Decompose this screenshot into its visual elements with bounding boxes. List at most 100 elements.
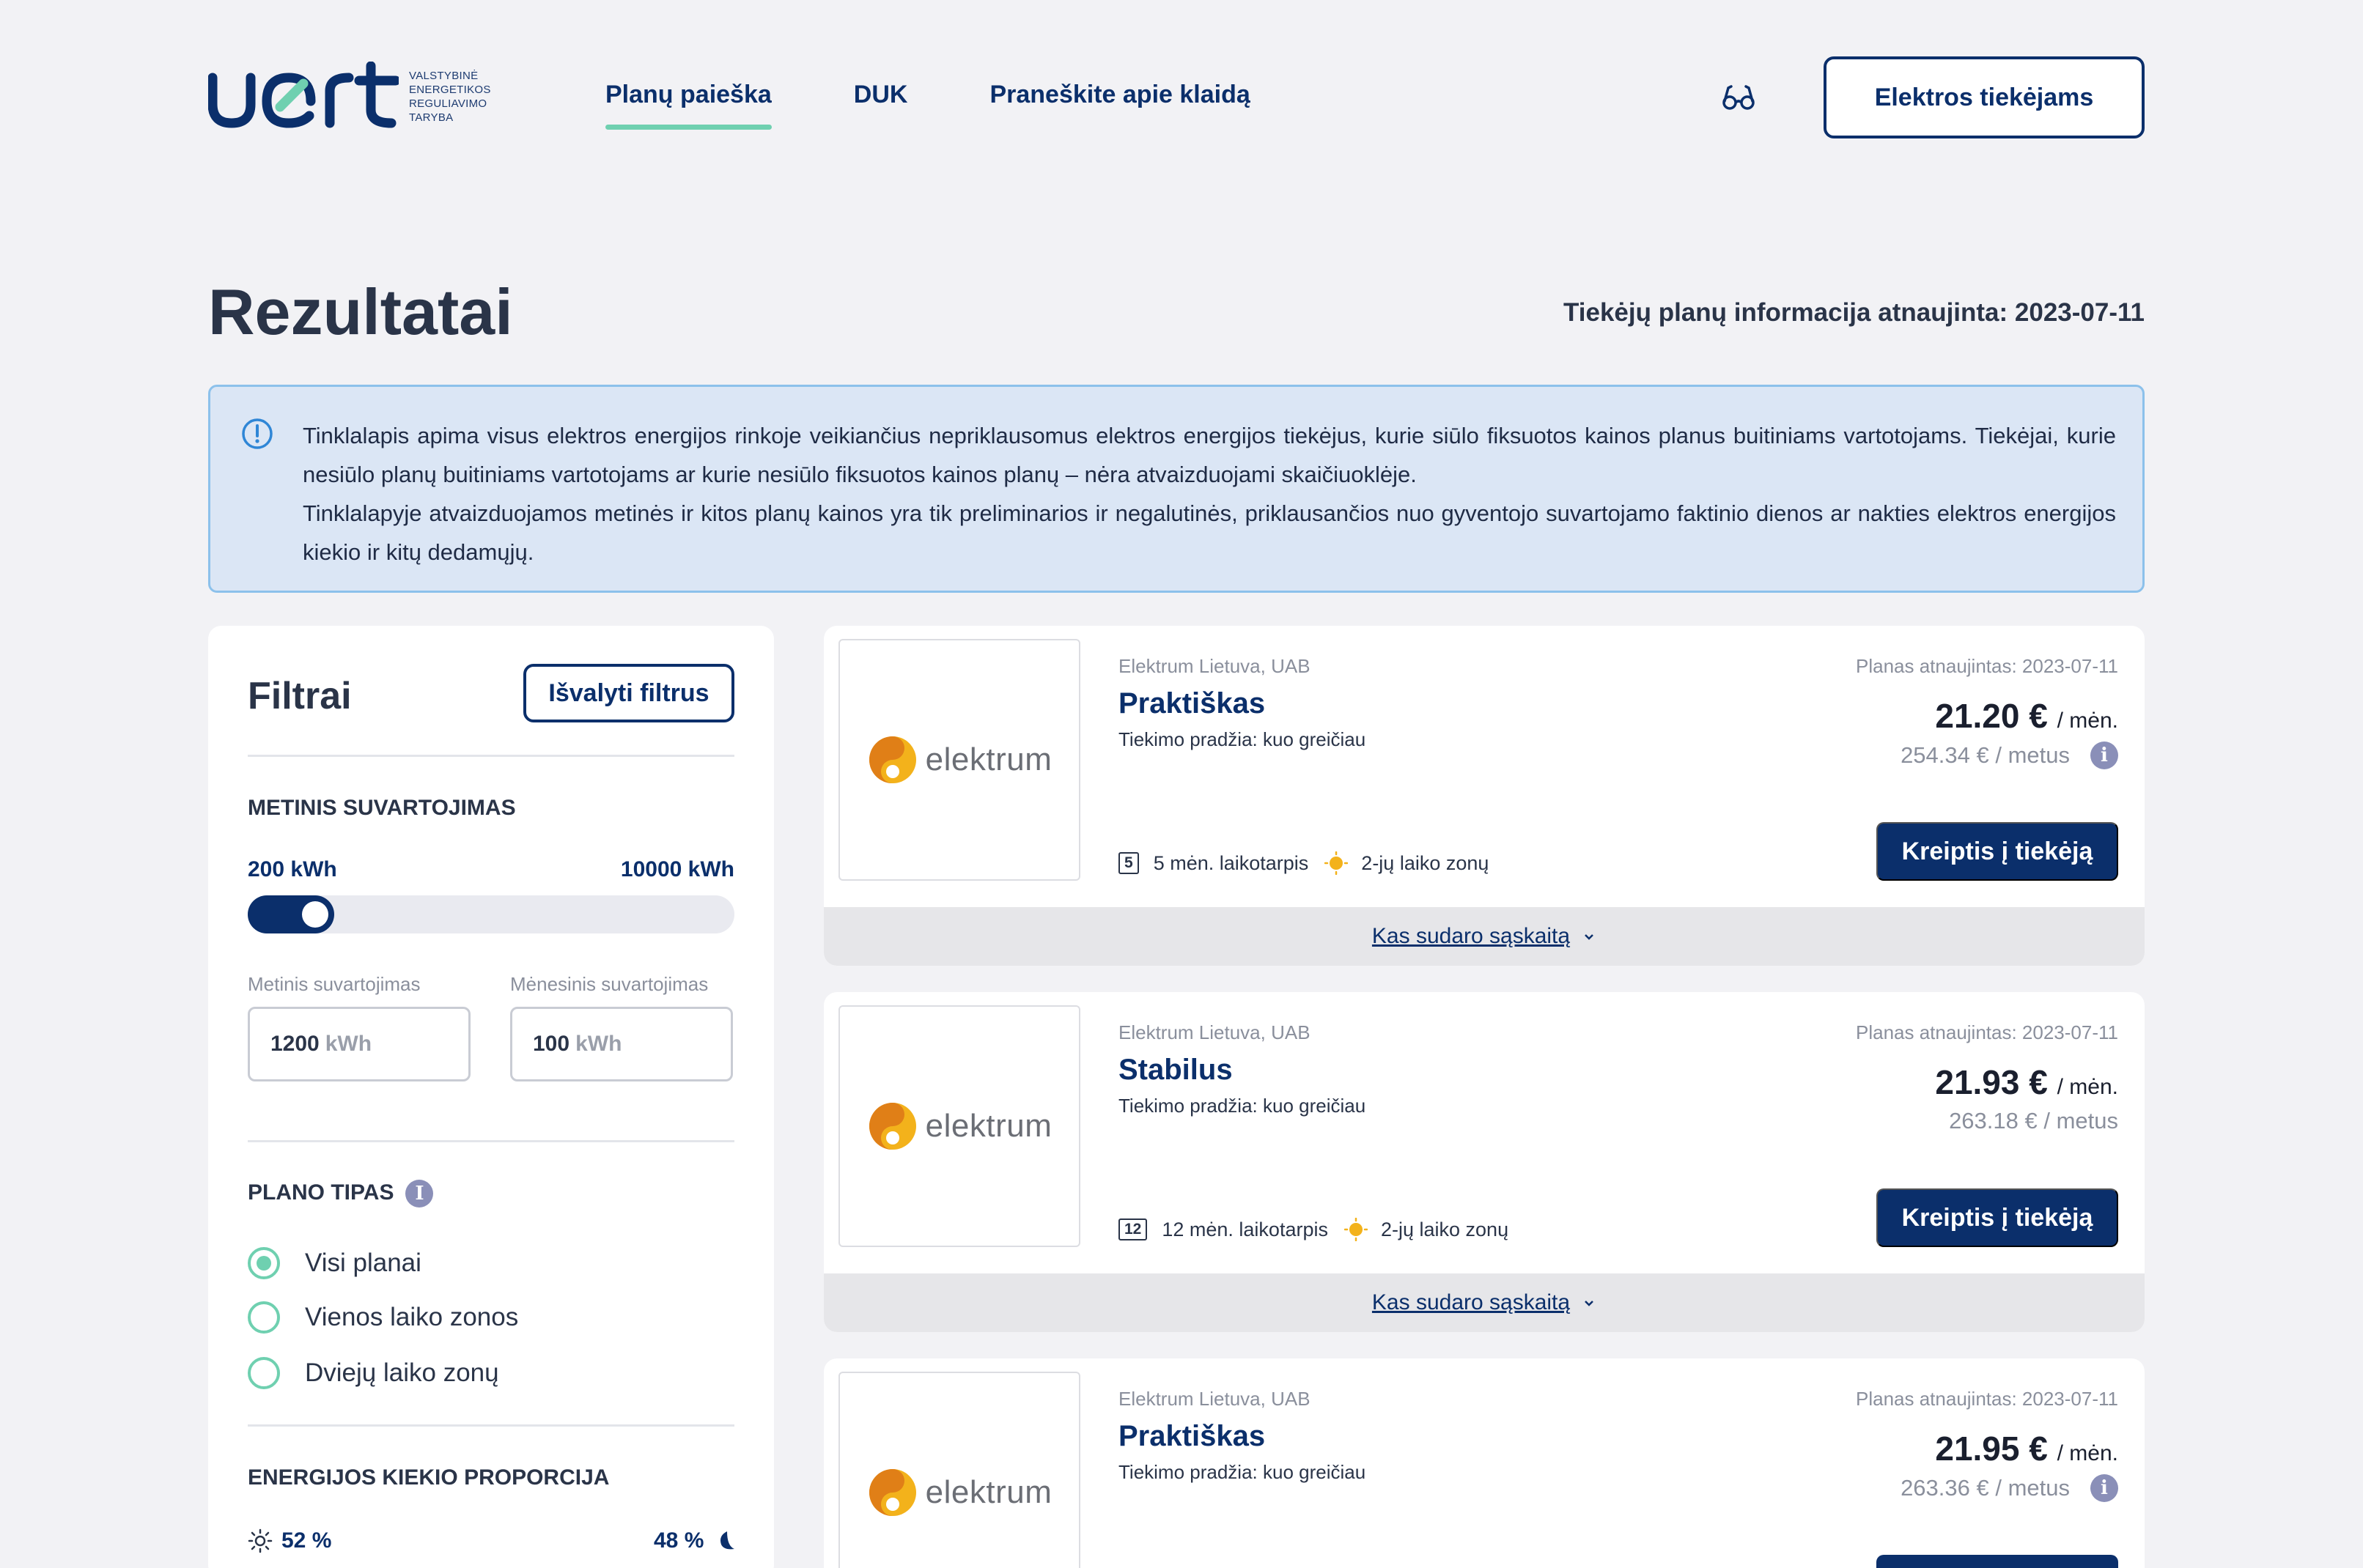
filters-header: Filtrai Išvalyti filtrus [248, 664, 734, 722]
divider [248, 1424, 734, 1427]
site-header: Valstybinė energetikos reguliavimo taryb… [0, 0, 2363, 169]
brand-name: elektrum [925, 1474, 1053, 1510]
range-max-label: 10000 kWh [620, 857, 734, 881]
annual-consumption-label: Metinis suvartojimas [248, 796, 516, 820]
radio-label: Visi planai [305, 1249, 421, 1277]
suppliers-button[interactable]: Elektros tiekėjams [1824, 56, 2145, 138]
plan-name: Praktiškas [1118, 1420, 1266, 1452]
annual-consumption-input[interactable]: 1200 kWh [248, 1007, 471, 1081]
sun-icon [248, 1528, 273, 1553]
supply-start: Tiekimo pradžia: kuo greičiau [1118, 1095, 1366, 1117]
radio-label: Vienos laiko zonos [305, 1303, 519, 1331]
price-value: 21.20 € [1935, 697, 2048, 735]
price-unit: / mėn. [2057, 1441, 2118, 1465]
supplier-name: Elektrum Lietuva, UAB [1118, 655, 1310, 677]
bill-breakdown-toggle[interactable]: Kas sudaro sąskaitą [824, 1273, 2145, 1332]
brand-name: elektrum [925, 1108, 1053, 1144]
glasses-icon[interactable] [1721, 81, 1756, 116]
yearly-price: 263.36 € / metus i [1901, 1474, 2118, 1502]
bill-breakdown-link[interactable]: Kas sudaro sąskaitą [1372, 1290, 1570, 1315]
nav-faq[interactable]: DUK [854, 81, 908, 130]
radio-single-zone[interactable]: Vienos laiko zonos [248, 1301, 518, 1334]
yearly-value: 263.36 € / metus [1901, 1475, 2070, 1501]
annual-unit: kWh [325, 1032, 372, 1056]
alert-circle-icon [242, 418, 273, 449]
contact-supplier-button[interactable] [1876, 1555, 2118, 1568]
period-label: 5 mėn. laikotarpis [1153, 851, 1309, 874]
radio-label: Dviejų laiko zonų [305, 1358, 499, 1387]
radio-button[interactable] [248, 1357, 280, 1389]
price-value: 21.95 € [1935, 1430, 2048, 1468]
info-icon[interactable]: i [2090, 1474, 2118, 1502]
elektrum-logo-icon [869, 736, 916, 783]
monthly-price: 21.93 € / mėn. [1935, 1062, 2118, 1102]
plan-tags: 12 12 mėn. laikotarpis 2-jų laiko zonų [1118, 1218, 1508, 1241]
info-icon[interactable]: i [2090, 742, 2118, 769]
yearly-value: 263.18 € / metus [1949, 1108, 2118, 1134]
range-min-label: 200 kWh [248, 857, 337, 881]
elektrum-logo-icon [869, 1469, 916, 1516]
chevron-down-icon [1585, 934, 1593, 940]
chevron-down-icon [1585, 1301, 1593, 1306]
plan-card: elektrum Elektrum Lietuva, UAB Praktiška… [824, 1358, 2145, 1568]
contact-supplier-button[interactable]: Kreiptis į tiekėją [1876, 822, 2118, 881]
consumption-slider[interactable] [248, 895, 734, 933]
main-nav: Planų paieška DUK Praneškite apie klaidą [605, 81, 1332, 130]
contact-supplier-button[interactable]: Kreiptis į tiekėją [1876, 1188, 2118, 1247]
supply-start: Tiekimo pradžia: kuo greičiau [1118, 1461, 1366, 1483]
zones-label: 2-jų laiko zonų [1361, 851, 1489, 874]
annual-field-label: Metinis suvartojimas [248, 973, 421, 995]
yearly-value: 254.34 € / metus [1901, 742, 2070, 768]
day-percent: 52 % [281, 1528, 332, 1553]
annual-value: 1200 [270, 1032, 320, 1056]
supplier-logo: elektrum [838, 1005, 1080, 1247]
info-paragraph-1: Tinklalapis apima visus elektros energij… [303, 423, 2116, 487]
radio-button[interactable] [248, 1301, 280, 1334]
radio-all-plans[interactable]: Visi planai [248, 1247, 421, 1279]
nav-plan-search[interactable]: Planų paieška [605, 81, 772, 130]
night-percent: 48 % [654, 1528, 704, 1553]
calendar-icon: 5 [1118, 852, 1139, 874]
elektrum-logo-icon [869, 1103, 916, 1150]
plan-updated: Planas atnaujintas: 2023-07-11 [1856, 1021, 2118, 1043]
data-updated-date: Tiekėjų planų informacija atnaujinta: 20… [1563, 298, 2145, 327]
yearly-price: 263.18 € / metus [1949, 1108, 2118, 1134]
monthly-field-label: Mėnesinis suvartojimas [510, 973, 709, 995]
supplier-logo: elektrum [838, 639, 1080, 881]
sun-moon-icon [1343, 1218, 1368, 1241]
info-paragraph-2: Tinklalapyje atvaizduojamos metinės ir k… [303, 500, 2116, 565]
zones-label: 2-jų laiko zonų [1380, 1218, 1509, 1240]
price-unit: / mėn. [2057, 1075, 2118, 1099]
radio-two-zones[interactable]: Dviejų laiko zonų [248, 1357, 499, 1389]
sun-moon-icon [1324, 851, 1349, 875]
day-proportion: 52 % [248, 1528, 331, 1553]
plan-tags: 5 5 mėn. laikotarpis 2-jų laiko zonų [1118, 851, 1489, 875]
radio-button-checked[interactable] [248, 1247, 280, 1279]
price-unit: / mėn. [2057, 709, 2118, 733]
monthly-price: 21.95 € / mėn. [1935, 1429, 2118, 1468]
supplier-name: Elektrum Lietuva, UAB [1118, 1388, 1310, 1410]
plan-name: Stabilus [1118, 1054, 1233, 1086]
bill-breakdown-link[interactable]: Kas sudaro sąskaitą [1372, 924, 1570, 949]
calendar-icon: 12 [1118, 1218, 1148, 1240]
plan-card: elektrum Elektrum Lietuva, UAB Stabilus … [824, 992, 2145, 1332]
slider-thumb[interactable] [302, 901, 328, 928]
divider [248, 1140, 734, 1142]
info-icon[interactable]: i [405, 1180, 434, 1208]
vert-logo[interactable]: Valstybinė energetikos reguliavimo taryb… [208, 62, 491, 132]
nav-report-error[interactable]: Praneškite apie klaidą [989, 81, 1250, 130]
clear-filters-button[interactable]: Išvalyti filtrus [523, 664, 734, 722]
plan-type-label: Plano tipas [248, 1180, 394, 1205]
monthly-consumption-input[interactable]: 100 kWh [510, 1007, 733, 1081]
supplier-logo: elektrum [838, 1372, 1080, 1568]
logo-subtitle: Valstybinė energetikos reguliavimo taryb… [409, 70, 491, 124]
filters-panel: Filtrai Išvalyti filtrus Metinis suvarto… [208, 626, 774, 1568]
info-notice: Tinklalapis apima visus elektros energij… [208, 385, 2145, 593]
yearly-price: 254.34 € / metus i [1901, 742, 2118, 769]
brand-name: elektrum [925, 742, 1053, 777]
night-proportion: 48 % [654, 1528, 737, 1553]
moon-icon [720, 1531, 735, 1550]
supply-start: Tiekimo pradžia: kuo greičiau [1118, 728, 1366, 750]
monthly-value: 100 [533, 1032, 570, 1056]
bill-breakdown-toggle[interactable]: Kas sudaro sąskaitą [824, 907, 2145, 966]
